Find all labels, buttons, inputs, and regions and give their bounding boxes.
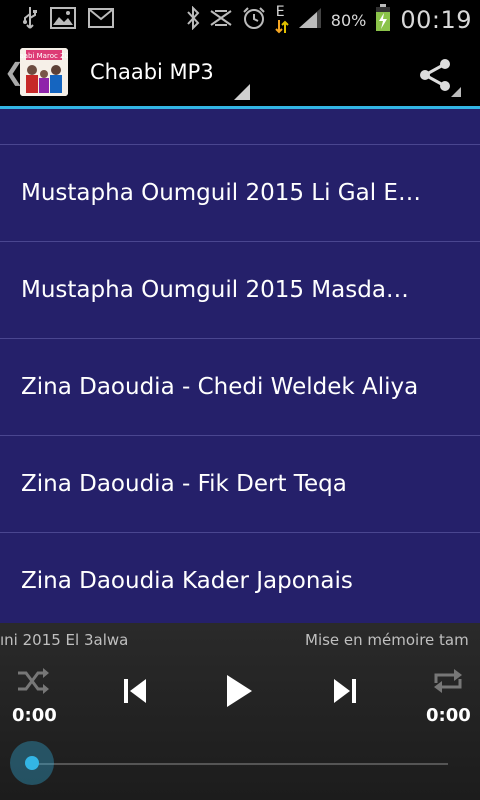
elapsed-time: 0:00 [12,705,57,726]
bluetooth-icon [186,5,200,34]
buffering-status: Mise en mémoire tam [305,631,469,649]
seek-bar[interactable] [34,763,448,765]
list-item-label: Zina Daoudia - Fik Dert Teqa [21,471,347,497]
gallery-icon [50,7,76,33]
nfc-icon [209,7,233,33]
clock: 00:19 [400,6,472,34]
app-title[interactable]: Chaabi MP3 [90,60,214,84]
list-item-label: Zina Daoudia - Chedi Weldek Aliya [21,374,419,400]
duration-time: 0:00 [426,705,471,726]
usb-icon [22,6,38,34]
shuffle-icon[interactable] [16,667,50,699]
seek-thumb[interactable] [10,741,54,785]
list-item-label: Zina Daoudia Kader Japonais [21,568,353,594]
app-icon[interactable]: Chaabi Maroc 2015 [20,48,68,96]
list-item[interactable]: Mustapha Oumguil 2015 Masda… [0,242,480,339]
track-title: ıni 2015 El 3alwa [0,631,129,649]
network-type-icon: E [275,4,289,34]
alarm-icon [242,6,266,34]
battery-percent: 80% [330,10,367,30]
list-item[interactable]: Mustapha Oumguil 2015 Li Gal E… [0,145,480,242]
list-item[interactable]: Zina Daoudia Kader Japonais [0,533,480,623]
song-list: Mustapha Oumguil 2015 Li Gal E… Mustapha… [0,109,480,623]
signal-icon [298,7,322,33]
action-bar: ❮ Chaabi Maroc 2015 Chaabi MP3 [0,38,480,109]
spinner-indicator-icon[interactable] [234,84,250,100]
share-icon[interactable] [418,58,452,96]
gmail-icon [88,8,114,32]
list-item-label: Mustapha Oumguil 2015 Li Gal E… [21,180,421,206]
battery-charging-icon [375,4,391,36]
status-bar: E 80% 00:19 [0,0,480,38]
next-button[interactable] [332,677,358,709]
seek-thumb-center [25,756,39,770]
list-item[interactable]: Zina Daoudia - Fik Dert Teqa [0,436,480,533]
media-player: ıni 2015 El 3alwa Mise en mémoire tam 0:… [0,623,480,800]
svg-text:Chaabi Maroc 2015: Chaabi Maroc 2015 [20,52,68,60]
list-item[interactable]: Zina Daoudia - Chedi Weldek Aliya [0,339,480,436]
list-item-label: Mustapha Oumguil 2015 Masda… [21,277,409,303]
list-item-partial[interactable] [0,109,480,145]
play-button[interactable] [224,673,254,713]
overflow-indicator-icon[interactable] [451,87,461,97]
repeat-icon[interactable] [432,667,464,699]
previous-button[interactable] [122,677,148,709]
